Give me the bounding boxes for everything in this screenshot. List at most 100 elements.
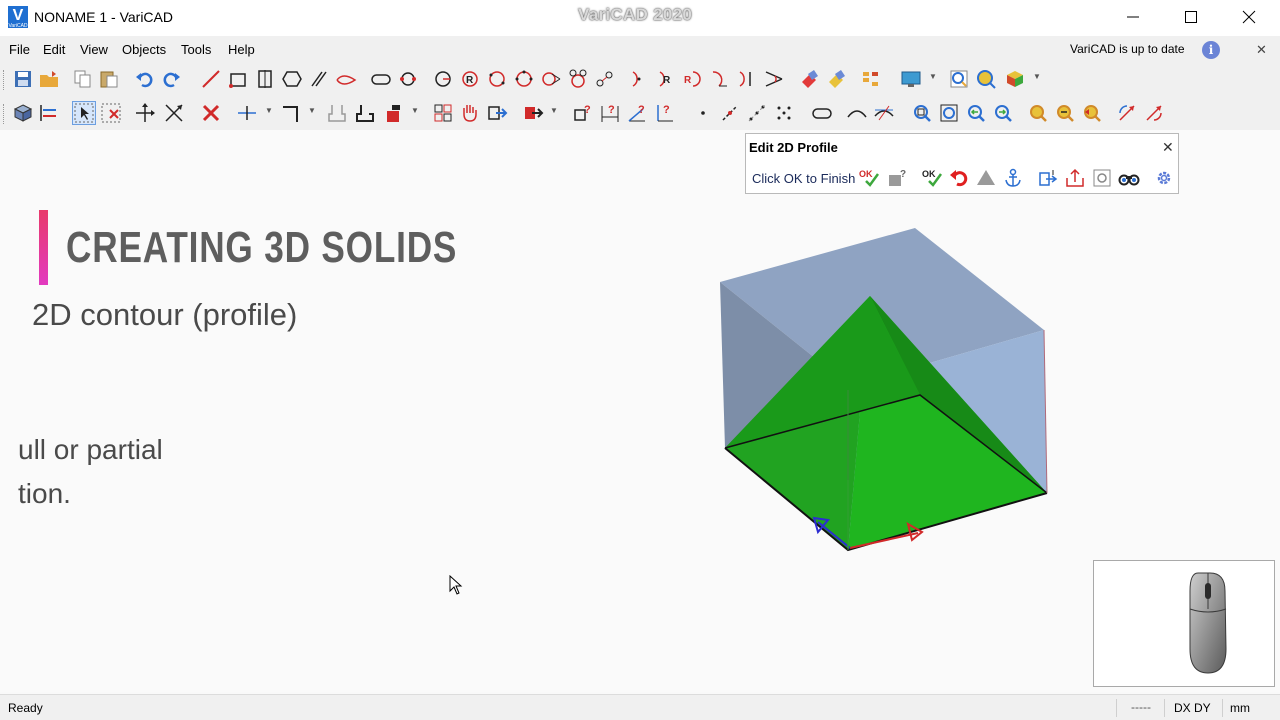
trim-icon[interactable]	[236, 102, 258, 124]
arc-radius-icon[interactable]: R	[655, 68, 677, 90]
zoom-in-icon[interactable]	[1027, 102, 1049, 124]
maximize-button[interactable]	[1162, 0, 1220, 34]
curve-icon[interactable]	[846, 102, 868, 124]
circle-arrow-icon[interactable]	[397, 68, 419, 90]
circle-chain-icon[interactable]	[594, 68, 616, 90]
undo-icon[interactable]	[134, 68, 156, 90]
ok-confirm-button[interactable]: OK	[921, 167, 943, 189]
block-dropdown-icon[interactable]: ▼	[411, 106, 419, 115]
anchor-icon[interactable]	[1002, 167, 1024, 189]
info-icon[interactable]: i	[1202, 41, 1220, 59]
offset-icon[interactable]	[326, 102, 348, 124]
corner-dropdown-icon[interactable]: ▼	[308, 106, 316, 115]
drawing-canvas[interactable]	[0, 130, 1280, 692]
zoom-window-icon[interactable]	[911, 102, 933, 124]
units-button[interactable]: mm	[1230, 701, 1250, 715]
display-icon[interactable]	[900, 68, 922, 90]
slot-snap-icon[interactable]	[811, 102, 833, 124]
dismiss-notice-button[interactable]: ✕	[1256, 42, 1267, 58]
export-box-icon[interactable]	[486, 102, 508, 124]
corner-icon[interactable]	[280, 102, 302, 124]
coord-mode-button[interactable]: DX DY	[1174, 701, 1211, 715]
tangent-curve-icon[interactable]	[873, 102, 895, 124]
snap-line-icon[interactable]	[719, 102, 741, 124]
arc-tangent-icon[interactable]	[709, 68, 731, 90]
dimension-query-icon[interactable]: ?	[572, 102, 594, 124]
menu-help[interactable]: Help	[228, 42, 255, 57]
hand-icon[interactable]	[459, 102, 481, 124]
menu-edit[interactable]: Edit	[43, 42, 65, 57]
3d-dropdown-icon[interactable]: ▼	[1033, 72, 1041, 81]
copy-icon[interactable]	[72, 68, 94, 90]
rotate-view-icon[interactable]	[1116, 102, 1138, 124]
menu-objects[interactable]: Objects	[122, 42, 166, 57]
polygon-frame-icon[interactable]	[254, 68, 276, 90]
arc-tangent2-icon[interactable]	[736, 68, 758, 90]
toolbar-grip[interactable]	[3, 104, 6, 124]
circle-tangent2-icon[interactable]	[567, 68, 589, 90]
menu-file[interactable]: File	[9, 42, 30, 57]
circle-tangent-icon[interactable]	[540, 68, 562, 90]
arc-radius2-icon[interactable]: R	[682, 68, 704, 90]
eraser-icon[interactable]	[798, 68, 820, 90]
3d-view-icon[interactable]	[12, 102, 34, 124]
extend-icon[interactable]	[354, 102, 376, 124]
3d-box-icon[interactable]	[1004, 68, 1026, 90]
point-icon[interactable]	[692, 102, 714, 124]
select-pointer-icon[interactable]	[72, 101, 96, 125]
hexagon-icon[interactable]	[281, 68, 303, 90]
trim-dropdown-icon[interactable]: ▼	[265, 106, 273, 115]
circle-two-points-icon[interactable]	[486, 68, 508, 90]
zoom-next-icon[interactable]	[992, 102, 1014, 124]
rotate-view2-icon[interactable]	[1143, 102, 1165, 124]
group-icon[interactable]	[432, 102, 454, 124]
toolbar-grip[interactable]	[3, 70, 6, 90]
move-cross-icon[interactable]	[163, 102, 185, 124]
export-profile-icon[interactable]	[1064, 167, 1086, 189]
circle-radius-icon[interactable]: R	[459, 68, 481, 90]
zoom-pan-icon[interactable]	[1081, 102, 1103, 124]
undo-profile-icon[interactable]	[948, 167, 970, 189]
align-icon[interactable]	[860, 68, 882, 90]
insert-dropdown-icon[interactable]: ▼	[550, 106, 558, 115]
circle-center-icon[interactable]	[432, 68, 454, 90]
slot-icon[interactable]	[370, 68, 392, 90]
profile-check-icon[interactable]: ?	[886, 167, 908, 189]
ok-finish-button[interactable]: OK	[858, 167, 880, 189]
zoom-previous-icon[interactable]	[965, 102, 987, 124]
menu-tools[interactable]: Tools	[181, 42, 211, 57]
arc-icon[interactable]	[628, 68, 650, 90]
snap-grid-icon[interactable]	[773, 102, 795, 124]
profile-settings-gray-icon[interactable]	[1091, 167, 1113, 189]
arc-lines-icon[interactable]	[763, 68, 785, 90]
paste-icon[interactable]	[98, 68, 120, 90]
minimize-button[interactable]	[1104, 0, 1162, 34]
coordinate-query-icon[interactable]: ?	[653, 102, 675, 124]
spline-icon[interactable]	[335, 68, 357, 90]
gear-icon[interactable]	[1153, 167, 1175, 189]
snap-points-icon[interactable]	[746, 102, 768, 124]
circle-three-points-icon[interactable]	[513, 68, 535, 90]
insert-icon[interactable]	[522, 102, 544, 124]
eraser-yellow-icon[interactable]	[825, 68, 847, 90]
binoculars-icon[interactable]	[1118, 167, 1140, 189]
zoom-fit-icon[interactable]	[975, 68, 997, 90]
insert-profile-icon[interactable]	[1037, 167, 1059, 189]
deselect-icon[interactable]	[100, 102, 122, 124]
3d-model-view[interactable]	[700, 215, 1070, 565]
triangle-icon[interactable]	[975, 167, 997, 189]
zoom-all-icon[interactable]	[938, 102, 960, 124]
transfer-icon[interactable]	[38, 102, 60, 124]
distance-query-icon[interactable]: ?	[599, 102, 621, 124]
close-window-button[interactable]	[1220, 0, 1278, 34]
display-dropdown-icon[interactable]: ▼	[929, 72, 937, 81]
angle-query-icon[interactable]: ?	[626, 102, 648, 124]
open-folder-icon[interactable]	[38, 68, 60, 90]
save-icon[interactable]	[12, 68, 34, 90]
zoom-out-icon[interactable]	[1054, 102, 1076, 124]
block-icon[interactable]	[384, 102, 406, 124]
delete-icon[interactable]	[200, 102, 222, 124]
rectangle-icon[interactable]	[227, 68, 249, 90]
line-icon[interactable]	[200, 68, 222, 90]
menu-view[interactable]: View	[80, 42, 108, 57]
